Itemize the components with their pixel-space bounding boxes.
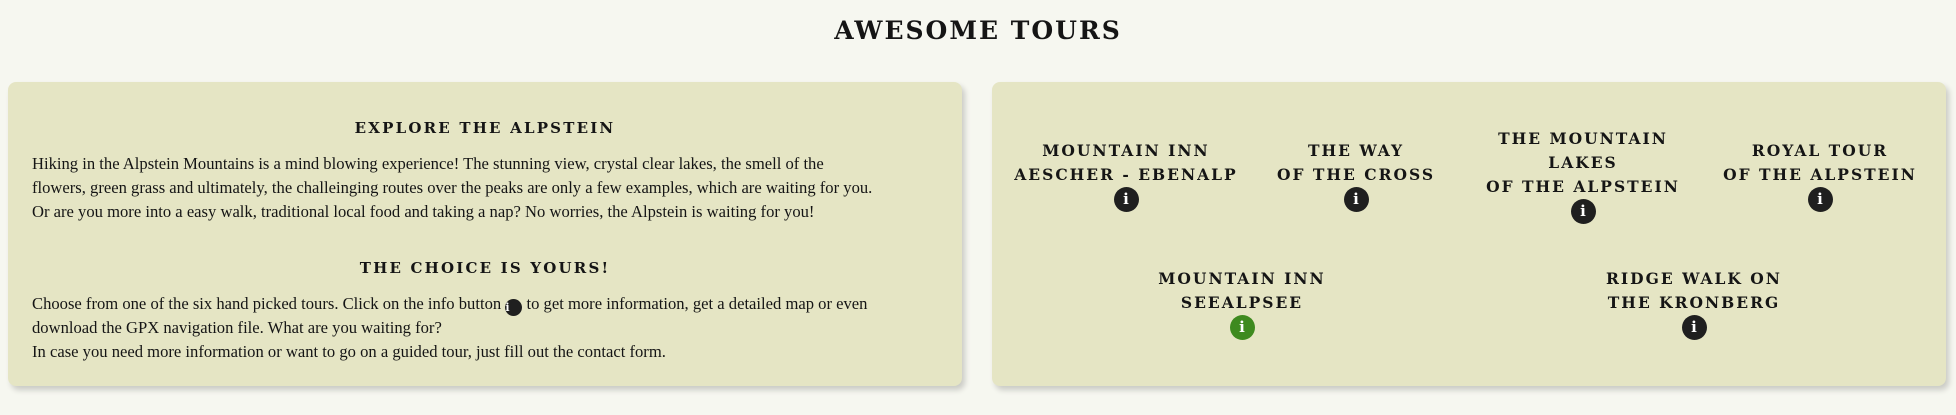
tour-mountain-lakes: THE MOUNTAIN LAKES OF THE ALPSTEIN i: [1466, 127, 1700, 224]
info-icon[interactable]: i: [1343, 187, 1369, 212]
info-icon[interactable]: i: [1681, 315, 1707, 340]
choice-heading: THE CHOICE IS YOURS!: [359, 259, 611, 277]
choice-line-3: In case you need more information or wan…: [32, 342, 666, 361]
tour-title-line: THE WAY: [1307, 141, 1405, 160]
intro-card: EXPLORE THE ALPSTEIN Hiking in the Alpst…: [8, 82, 962, 386]
intro-line-2: flowers, green grass and ultimately, the…: [32, 178, 873, 197]
tour-ridge-walk-kronberg: RIDGE WALK ON THE KRONBERG i: [1574, 267, 1814, 340]
info-icon[interactable]: i: [1113, 187, 1139, 212]
intro-line-3: Or are you more into a easy walk, tradit…: [32, 202, 815, 221]
tours-card: MOUNTAIN INN AESCHER - EBENALP i THE WAY…: [992, 82, 1946, 386]
tour-mountain-inn-aescher: MOUNTAIN INN AESCHER - EBENALP i: [1006, 139, 1246, 212]
info-icon[interactable]: i: [1570, 199, 1596, 224]
choice-line-1-start: Choose from one of the six hand picked t…: [32, 294, 502, 313]
choice-paragraph: Choose from one of the six hand picked t…: [32, 292, 938, 364]
info-icon[interactable]: i: [1807, 187, 1833, 212]
choice-line-2: download the GPX navigation file. What a…: [32, 318, 442, 337]
choice-line-1: Choose from one of the six hand picked t…: [32, 292, 938, 316]
explore-heading: EXPLORE THE ALPSTEIN: [354, 119, 616, 137]
tour-royal-tour: ROYAL TOUR OF THE ALPSTEIN i: [1700, 139, 1940, 212]
tour-title-line: OF THE ALPSTEIN: [1486, 177, 1680, 196]
tour-title-line: ROYAL TOUR: [1751, 141, 1889, 160]
tour-title-line: LAKES: [1548, 153, 1618, 172]
tour-title-line: THE KRONBERG: [1607, 293, 1781, 312]
intro-line-1: Hiking in the Alpstein Mountains is a mi…: [32, 154, 824, 173]
tour-title-line: SEEALPSEE: [1180, 293, 1304, 312]
info-icon[interactable]: i: [1229, 315, 1255, 340]
tour-mountain-inn-seealpsee: MOUNTAIN INN SEEALPSEE i: [1122, 267, 1362, 340]
tour-title-line: OF THE CROSS: [1276, 165, 1436, 184]
tour-title-line: OF THE ALPSTEIN: [1723, 165, 1917, 184]
choice-line-1-end: to get more information, get a detailed …: [526, 294, 868, 313]
tour-title-line: AESCHER - EBENALP: [1014, 165, 1238, 184]
intro-paragraph: Hiking in the Alpstein Mountains is a mi…: [32, 152, 938, 224]
tour-title-line: RIDGE WALK ON: [1606, 269, 1782, 288]
tour-title-line: MOUNTAIN INN: [1158, 269, 1326, 288]
info-icon: i: [505, 299, 523, 316]
tour-title-line: THE MOUNTAIN: [1498, 129, 1668, 148]
tour-title-line: MOUNTAIN INN: [1042, 141, 1210, 160]
tour-way-of-the-cross: THE WAY OF THE CROSS i: [1246, 139, 1466, 212]
page-title: AWESOME TOURS: [834, 16, 1122, 45]
